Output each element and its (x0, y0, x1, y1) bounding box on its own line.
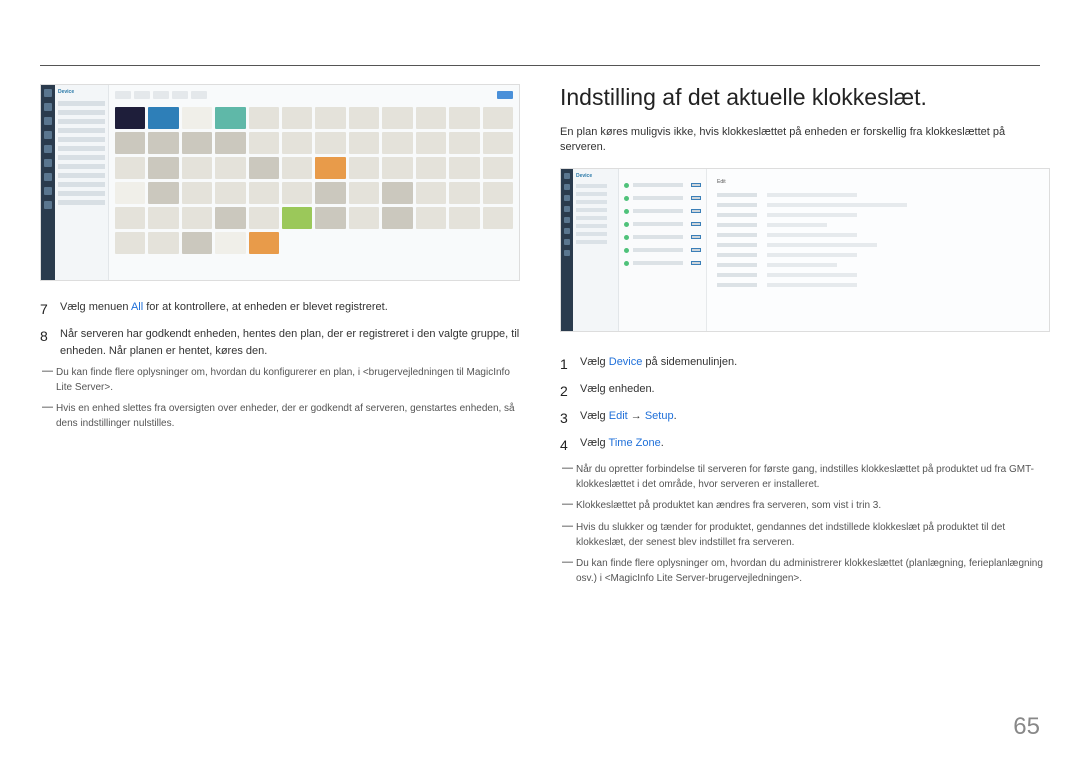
right-column: Indstilling af det aktuelle klokkeslæt. … (560, 84, 1050, 592)
step-row: 4Vælg Time Zone. (560, 435, 1050, 456)
step-number: 4 (560, 435, 580, 456)
step-row: 1Vælg Device på sidemenulinjen. (560, 354, 1050, 375)
note-dash-icon: ― (42, 399, 56, 429)
right-steps: 1Vælg Device på sidemenulinjen.2Vælg enh… (560, 354, 1050, 456)
note-dash-icon: ― (562, 554, 576, 584)
step-text: Vælg menuen All for at kontrollere, at e… (60, 299, 388, 320)
note-row: ―Klokkeslættet på produktet kan ændres f… (560, 498, 1050, 515)
note-row: ―Hvis du slukker og tænder for produktet… (560, 520, 1050, 550)
step-text: Vælg Device på sidemenulinjen. (580, 354, 737, 375)
note-text: Klokkeslættet på produktet kan ændres fr… (576, 498, 881, 515)
screenshot-detail-pane: Edit (707, 169, 1049, 331)
screenshot-panel-title: Device (58, 89, 105, 95)
section-intro: En plan køres muligvis ikke, hvis klokke… (560, 125, 1050, 156)
step-row: 8Når serveren har godkendt enheden, hent… (40, 326, 520, 359)
note-text: Når du opretter forbindelse til serveren… (576, 462, 1050, 492)
keyword: Device (609, 356, 643, 368)
keyword: Time Zone (609, 437, 661, 449)
note-text: Du kan finde flere oplysninger om, hvord… (56, 365, 520, 395)
screenshot-device-grid: Device (40, 84, 520, 281)
screenshot-panel-title: Device (576, 173, 615, 179)
right-notes: ―Når du opretter forbindelse til servere… (560, 462, 1050, 587)
step-text: Når serveren har godkendt enheden, hente… (60, 326, 520, 359)
left-steps: 7Vælg menuen All for at kontrollere, at … (40, 299, 520, 359)
page-number: 65 (1013, 713, 1040, 741)
step-number: 3 (560, 408, 580, 429)
note-text: Du kan finde flere oplysninger om, hvord… (576, 556, 1050, 586)
step-text: Vælg Time Zone. (580, 435, 664, 456)
step-row: 7Vælg menuen All for at kontrollere, at … (40, 299, 520, 320)
screenshot-panel: Device (573, 169, 619, 331)
step-number: 7 (40, 299, 60, 320)
note-row: ―Når du opretter forbindelse til servere… (560, 462, 1050, 492)
step-row: 2Vælg enheden. (560, 381, 1050, 402)
note-dash-icon: ― (42, 363, 56, 393)
screenshot-device-edit: Device Edit (560, 168, 1050, 332)
step-text: Vælg Edit → Setup. (580, 408, 677, 429)
step-number: 8 (40, 326, 60, 359)
screenshot-device-list (619, 169, 707, 331)
note-dash-icon: ― (562, 518, 576, 548)
note-row: ―Du kan finde flere oplysninger om, hvor… (560, 556, 1050, 586)
note-text: Hvis du slukker og tænder for produktet,… (576, 520, 1050, 550)
step-number: 1 (560, 354, 580, 375)
note-dash-icon: ― (562, 496, 576, 513)
screenshot-sidebar (41, 85, 55, 280)
screenshot-tab-edit: Edit (717, 179, 1039, 185)
step-number: 2 (560, 381, 580, 402)
screenshot-sidebar (561, 169, 573, 331)
left-notes: ―Du kan finde flere oplysninger om, hvor… (40, 365, 520, 431)
step-text: Vælg enheden. (580, 381, 655, 402)
keyword: All (131, 301, 143, 313)
keyword: Setup (645, 410, 674, 422)
keyword: Edit (609, 410, 628, 422)
note-dash-icon: ― (562, 460, 576, 490)
top-rule (40, 65, 1040, 66)
note-row: ―Du kan finde flere oplysninger om, hvor… (40, 365, 520, 395)
screenshot-panel: Device (55, 85, 109, 280)
left-column: Device (40, 84, 520, 592)
note-row: ―Hvis en enhed slettes fra oversigten ov… (40, 401, 520, 431)
note-text: Hvis en enhed slettes fra oversigten ove… (56, 401, 520, 431)
step-row: 3Vælg Edit → Setup. (560, 408, 1050, 429)
section-heading: Indstilling af det aktuelle klokkeslæt. (560, 84, 1050, 111)
